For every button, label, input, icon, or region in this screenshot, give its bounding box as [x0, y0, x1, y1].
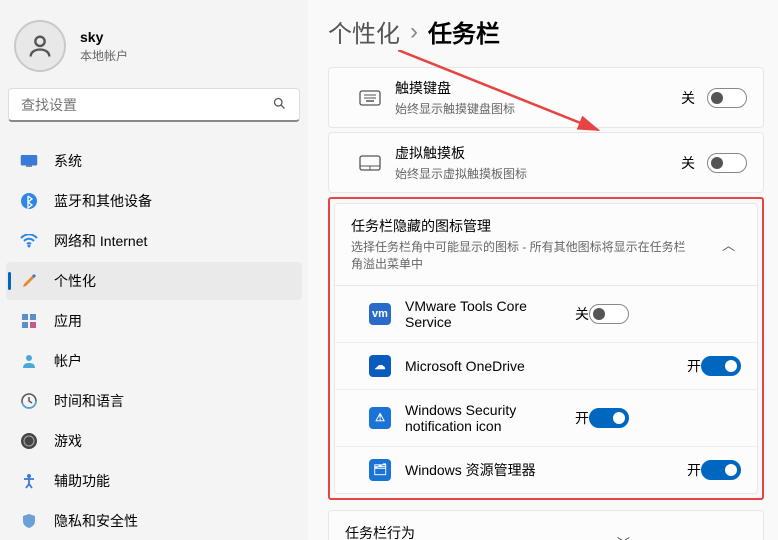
- row-subtitle: 始终显示虚拟触摸板图标: [395, 165, 681, 182]
- toggle-switch[interactable]: [707, 88, 747, 108]
- nav-label: 游戏: [54, 431, 82, 451]
- avatar: [14, 20, 66, 72]
- chevron-down-icon: ﹀: [611, 533, 636, 540]
- nav-system[interactable]: 系统: [6, 142, 302, 180]
- main-content: 个性化 › 任务栏 触摸键盘 始终显示触摸键盘图标 关 虚拟触摸板 始终显示虚拟…: [308, 0, 778, 540]
- search-box[interactable]: [8, 88, 300, 122]
- toggle-state: 关: [681, 88, 695, 108]
- nav-label: 网络和 Internet: [54, 231, 147, 251]
- nav-label: 时间和语言: [54, 391, 124, 411]
- toggle-switch[interactable]: [589, 304, 629, 324]
- search-icon: [272, 96, 287, 114]
- nav-accessibility[interactable]: 辅助功能: [6, 462, 302, 500]
- annotation-highlight-box: 任务栏隐藏的图标管理 选择任务栏角中可能显示的图标 - 所有其他图标将显示在任务…: [328, 197, 764, 500]
- nav-personalization[interactable]: 个性化: [6, 262, 302, 300]
- group-title: 任务栏行为: [345, 523, 611, 540]
- nav-label: 帐户: [54, 351, 82, 371]
- nav-list: 系统 蓝牙和其他设备 网络和 Internet 个性化 应用 帐户: [6, 142, 302, 540]
- toggle-switch[interactable]: [707, 153, 747, 173]
- nav-bluetooth[interactable]: 蓝牙和其他设备: [6, 182, 302, 220]
- toggle-state: 关: [575, 304, 589, 324]
- app-icon: ☁: [369, 355, 391, 377]
- gaming-icon: [20, 432, 38, 450]
- nav-accounts[interactable]: 帐户: [6, 342, 302, 380]
- apps-icon: [20, 312, 38, 330]
- group-title: 任务栏隐藏的图标管理: [351, 216, 716, 236]
- toggle-state: 关: [681, 153, 695, 173]
- profile-block[interactable]: sky 本地帐户: [6, 10, 302, 88]
- group-header-tray-icons[interactable]: 任务栏隐藏的图标管理 选择任务栏角中可能显示的图标 - 所有其他图标将显示在任务…: [334, 203, 758, 286]
- profile-account-type: 本地帐户: [80, 47, 128, 64]
- setting-row-touch-keyboard[interactable]: 触摸键盘 始终显示触摸键盘图标 关: [328, 67, 764, 128]
- app-icon: vm: [369, 303, 391, 325]
- nav-label: 个性化: [54, 271, 96, 291]
- person-icon: [20, 352, 38, 370]
- nav-label: 应用: [54, 311, 82, 331]
- search-input[interactable]: [21, 97, 272, 113]
- breadcrumb: 个性化 › 任务栏: [328, 6, 764, 67]
- wifi-icon: [20, 232, 38, 250]
- tray-item-title: Windows 资源管理器: [405, 460, 687, 480]
- toggle-switch[interactable]: [589, 408, 629, 428]
- clock-icon: [20, 392, 38, 410]
- sidebar: sky 本地帐户 系统 蓝牙和其他设备 网络和 Internet: [0, 0, 308, 540]
- nav-label: 系统: [54, 151, 82, 171]
- accessibility-icon: [20, 472, 38, 490]
- toggle-state: 开: [575, 408, 589, 428]
- system-icon: [20, 152, 38, 170]
- nav-gaming[interactable]: 游戏: [6, 422, 302, 460]
- tray-item-security[interactable]: ⚠ Windows Security notification icon 开: [334, 390, 758, 447]
- breadcrumb-parent[interactable]: 个性化: [328, 14, 400, 49]
- paintbrush-icon: [20, 272, 38, 290]
- tray-item-title: VMware Tools Core Service: [405, 298, 575, 330]
- row-title: 虚拟触摸板: [395, 143, 681, 163]
- nav-label: 辅助功能: [54, 471, 110, 491]
- tray-item-title: Microsoft OneDrive: [405, 358, 687, 374]
- nav-apps[interactable]: 应用: [6, 302, 302, 340]
- toggle-switch[interactable]: [701, 460, 741, 480]
- nav-time[interactable]: 时间和语言: [6, 382, 302, 420]
- app-icon: ⚠: [369, 407, 391, 429]
- group-header-taskbar-behavior[interactable]: 任务栏行为 任务栏对齐、标记、自动隐藏和多个显示器 ﹀: [328, 510, 764, 540]
- app-icon: 🗂: [369, 459, 391, 481]
- toggle-switch[interactable]: [701, 356, 741, 376]
- group-subtitle: 选择任务栏角中可能显示的图标 - 所有其他图标将显示在任务栏角溢出菜单中: [351, 239, 691, 273]
- profile-username: sky: [80, 29, 128, 45]
- bluetooth-icon: [20, 192, 38, 210]
- touchpad-icon: [345, 155, 395, 171]
- nav-label: 隐私和安全性: [54, 511, 138, 531]
- row-title: 触摸键盘: [395, 78, 681, 98]
- tray-item-vmware[interactable]: vm VMware Tools Core Service 关: [334, 286, 758, 343]
- breadcrumb-current: 任务栏: [428, 14, 500, 49]
- keyboard-icon: [345, 90, 395, 106]
- chevron-up-icon: ︿: [716, 235, 741, 254]
- toggle-state: 开: [687, 356, 701, 376]
- nav-label: 蓝牙和其他设备: [54, 191, 152, 211]
- shield-icon: [20, 512, 38, 530]
- setting-row-virtual-touchpad[interactable]: 虚拟触摸板 始终显示虚拟触摸板图标 关: [328, 132, 764, 193]
- nav-privacy[interactable]: 隐私和安全性: [6, 502, 302, 540]
- breadcrumb-sep-icon: ›: [410, 18, 418, 46]
- tray-item-title: Windows Security notification icon: [405, 402, 575, 434]
- nav-network[interactable]: 网络和 Internet: [6, 222, 302, 260]
- row-subtitle: 始终显示触摸键盘图标: [395, 100, 681, 117]
- tray-item-onedrive[interactable]: ☁ Microsoft OneDrive 开: [334, 343, 758, 390]
- tray-item-explorer[interactable]: 🗂 Windows 资源管理器 开: [334, 447, 758, 494]
- toggle-state: 开: [687, 460, 701, 480]
